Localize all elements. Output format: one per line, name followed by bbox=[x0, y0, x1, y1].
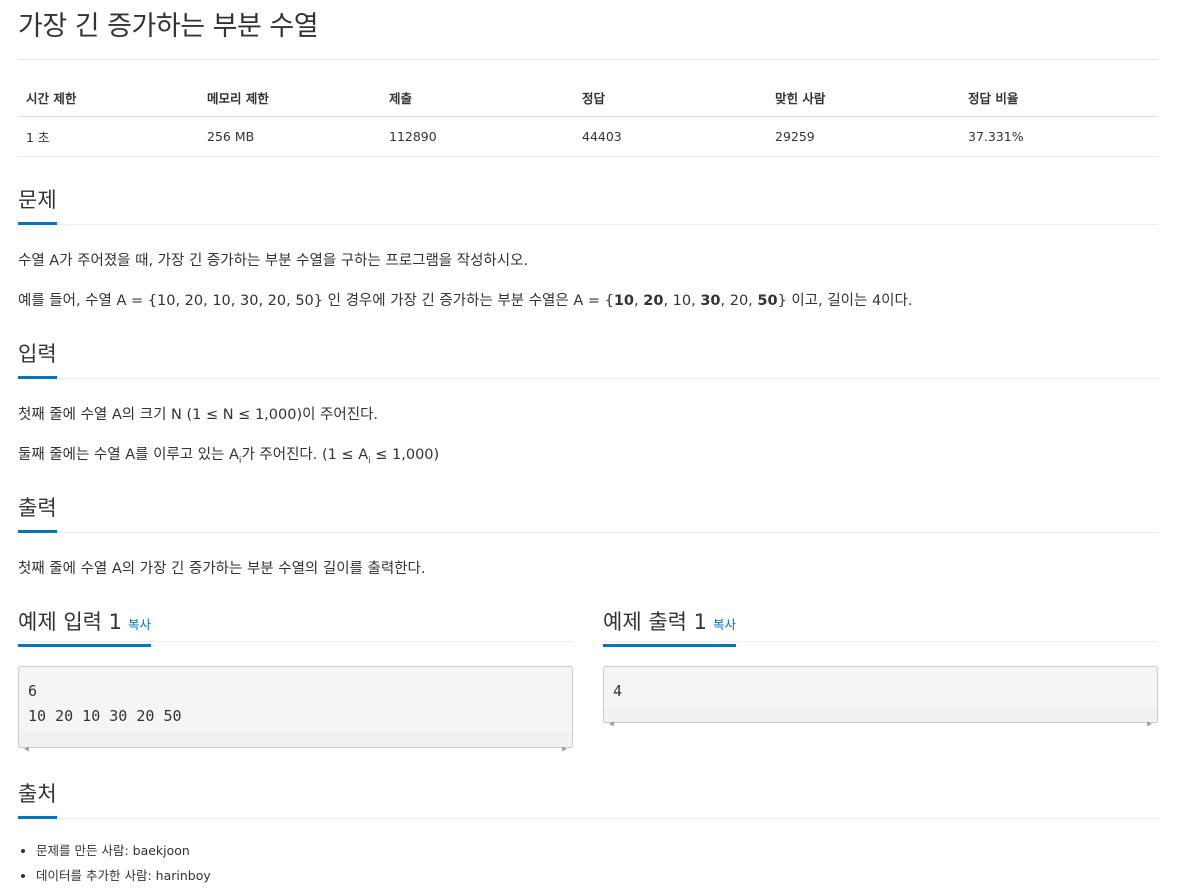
sample-input-heading: 예제 입력 1 복사 bbox=[18, 606, 152, 647]
source-item-label: 데이터를 추가한 사람: bbox=[36, 868, 156, 883]
scroll-right-arrow-icon[interactable]: ▶ bbox=[1147, 711, 1152, 736]
sample-input-text: 6 10 20 10 30 20 50 bbox=[28, 682, 182, 725]
source-item-author: 문제를 만든 사람: baekjoon bbox=[36, 840, 211, 859]
info-header-accepted: 정답 bbox=[574, 82, 767, 117]
sample-input-header: 예제 입력 1 복사 bbox=[18, 606, 573, 647]
info-time-limit: 1 초 bbox=[18, 116, 199, 157]
input-line2-part-b: 가 주어진다. (1 ≤ A bbox=[241, 447, 369, 463]
lis-separator: , bbox=[634, 293, 644, 309]
problem-description-line-2: 예를 들어, 수열 A = {10, 20, 10, 30, 20, 50} 인… bbox=[18, 289, 912, 310]
sample-input-code[interactable]: 6 10 20 10 30 20 50 ◀ ▶ bbox=[18, 666, 573, 753]
sample-output-text: 4 bbox=[613, 682, 623, 700]
lis-separator: , 10, bbox=[663, 293, 701, 309]
lis-element-2: 20 bbox=[643, 293, 664, 309]
input-line2-part-c: ≤ 1,000) bbox=[370, 447, 440, 463]
info-header-row: 시간 제한 메모리 제한 제출 정답 맞힌 사람 정답 비율 bbox=[18, 82, 1158, 117]
scroll-left-arrow-icon[interactable]: ◀ bbox=[609, 711, 614, 736]
output-description-line-1: 첫째 줄에 수열 A의 가장 긴 증가하는 부분 수열의 길이를 출력한다. bbox=[18, 561, 426, 577]
problem-info-table: 시간 제한 메모리 제한 제출 정답 맞힌 사람 정답 비율 1 초 256 M… bbox=[18, 82, 1158, 157]
input-description-line-1: 첫째 줄에 수열 A의 크기 N (1 ≤ N ≤ 1,000)이 주어진다. bbox=[18, 407, 379, 423]
source-section-title: 출처 bbox=[18, 778, 57, 819]
lis-element-1: 10 bbox=[613, 293, 635, 309]
problem-section-title: 문제 bbox=[18, 184, 57, 225]
info-solvers: 29259 bbox=[767, 116, 960, 157]
info-header-ratio: 정답 비율 bbox=[960, 82, 1158, 117]
sample-output-block: 예제 출력 1 복사 4 ◀ ▶ bbox=[603, 606, 1158, 728]
sample-output-heading: 예제 출력 1 복사 bbox=[603, 606, 737, 647]
horizontal-scrollbar[interactable]: ◀ ▶ bbox=[19, 733, 572, 753]
info-header-solvers: 맞힌 사람 bbox=[767, 82, 960, 117]
lis-separator: , 20, bbox=[720, 293, 758, 309]
section-divider bbox=[18, 224, 1158, 225]
source-item-label: 문제를 만든 사람: bbox=[36, 843, 133, 858]
sample-output-header: 예제 출력 1 복사 bbox=[603, 606, 1158, 647]
source-item-data-contributor: 데이터를 추가한 사람: harinboy bbox=[36, 865, 211, 884]
info-memory-limit: 256 MB bbox=[199, 116, 381, 157]
title-divider bbox=[18, 59, 1158, 60]
source-list: 문제를 만든 사람: baekjoon 데이터를 추가한 사람: harinbo… bbox=[16, 840, 211, 890]
info-submissions: 112890 bbox=[381, 116, 574, 157]
sample-output-title: 예제 출력 1 bbox=[603, 610, 707, 634]
info-ratio: 37.331% bbox=[960, 116, 1158, 157]
source-contributor-link[interactable]: harinboy bbox=[156, 868, 211, 883]
source-section-header: 출처 bbox=[18, 778, 1158, 819]
copy-sample-output-button[interactable]: 복사 bbox=[713, 617, 736, 632]
info-header-memory-limit: 메모리 제한 bbox=[199, 82, 381, 117]
info-value-row: 1 초 256 MB 112890 44403 29259 37.331% bbox=[18, 116, 1158, 157]
problem-description-line-1: 수열 A가 주어졌을 때, 가장 긴 증가하는 부분 수열을 구하는 프로그램을… bbox=[18, 253, 529, 269]
input-line2-part-a: 둘째 줄에는 수열 A를 이루고 있는 A bbox=[18, 447, 239, 463]
horizontal-scrollbar[interactable]: ◀ ▶ bbox=[604, 708, 1157, 728]
output-section-header: 출력 bbox=[18, 492, 1158, 533]
sample-output-code[interactable]: 4 ◀ ▶ bbox=[603, 666, 1158, 728]
input-section-title: 입력 bbox=[18, 338, 57, 379]
sample-input-block: 예제 입력 1 복사 6 10 20 10 30 20 50 ◀ ▶ bbox=[18, 606, 573, 753]
sample-input-title: 예제 입력 1 bbox=[18, 610, 122, 634]
scroll-right-arrow-icon[interactable]: ▶ bbox=[562, 736, 567, 761]
page-title: 가장 긴 증가하는 부분 수열 bbox=[18, 11, 319, 42]
problem-section-header: 문제 bbox=[18, 184, 1158, 225]
lis-element-4: 50 bbox=[757, 293, 778, 309]
info-header-time-limit: 시간 제한 bbox=[18, 82, 199, 117]
section-divider bbox=[18, 378, 1158, 379]
scroll-left-arrow-icon[interactable]: ◀ bbox=[24, 736, 29, 761]
lis-element-3: 30 bbox=[700, 293, 721, 309]
copy-sample-input-button[interactable]: 복사 bbox=[128, 617, 151, 632]
section-divider bbox=[18, 532, 1158, 533]
section-divider bbox=[18, 818, 1158, 819]
problem-line2-suffix: } 이고, 길이는 4이다. bbox=[777, 293, 913, 309]
output-section-title: 출력 bbox=[18, 492, 57, 533]
info-header-submissions: 제출 bbox=[381, 82, 574, 117]
info-accepted: 44403 bbox=[574, 116, 767, 157]
problem-line2-prefix: 예를 들어, 수열 A = {10, 20, 10, 30, 20, 50} 인… bbox=[18, 293, 614, 309]
source-author-link[interactable]: baekjoon bbox=[133, 843, 190, 858]
input-section-header: 입력 bbox=[18, 338, 1158, 379]
input-description-line-2: 둘째 줄에는 수열 A를 이루고 있는 Ai가 주어진다. (1 ≤ Ai ≤ … bbox=[18, 443, 439, 466]
